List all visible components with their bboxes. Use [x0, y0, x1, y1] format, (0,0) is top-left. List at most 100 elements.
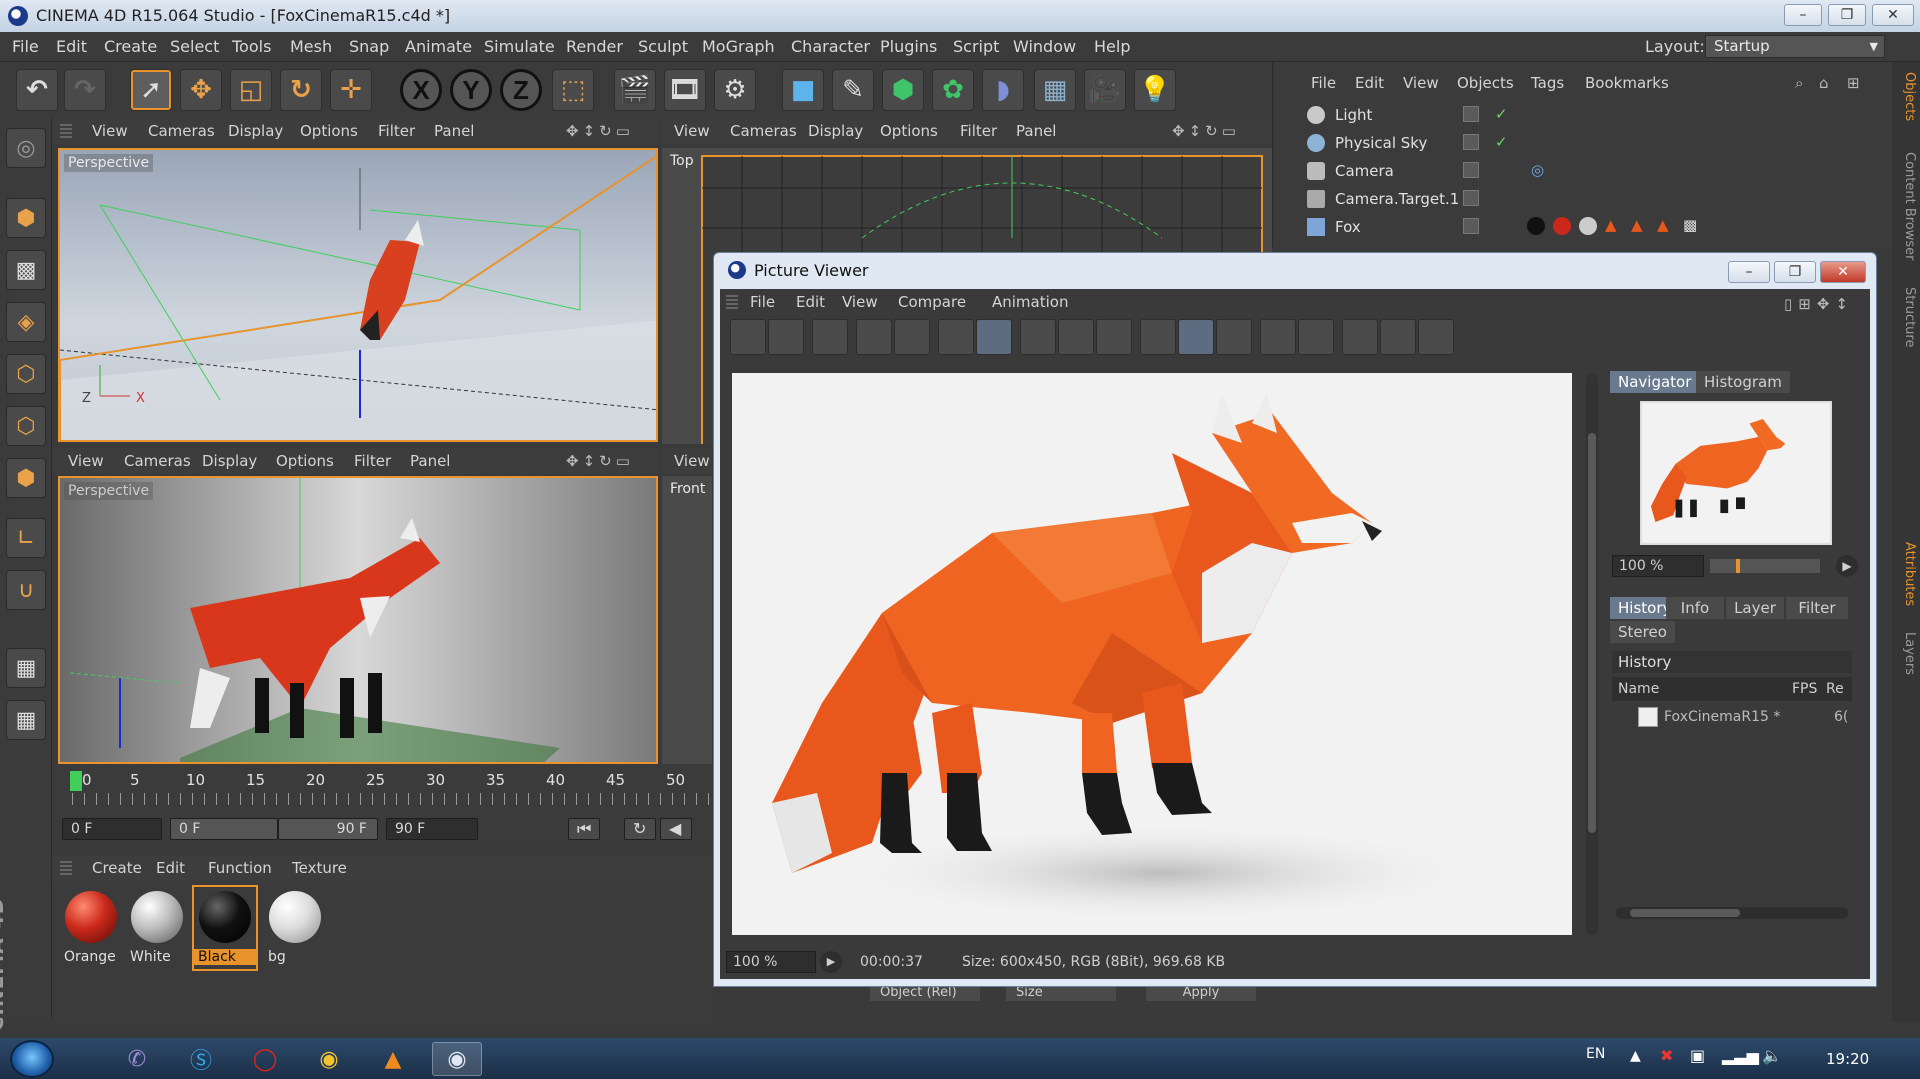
pv-menu-view[interactable]: View — [842, 293, 878, 311]
vp-bl-menu-cameras[interactable]: Cameras — [124, 452, 191, 470]
menu-mesh[interactable]: Mesh — [290, 37, 332, 56]
play-arrow-icon[interactable]: ▶ — [820, 951, 842, 973]
selection-tag-icon[interactable]: ▲ — [1605, 216, 1617, 234]
vp-bl-menu-panel[interactable]: Panel — [410, 452, 450, 470]
go-to-start-button[interactable]: ⏮ — [568, 818, 600, 840]
vp-tl-menu-display[interactable]: Display — [228, 122, 283, 140]
phong-tag-icon[interactable]: ▩ — [1683, 216, 1697, 234]
ab-overlay-button[interactable] — [1418, 319, 1454, 355]
taskbar-skype-icon[interactable]: Ⓢ — [176, 1042, 226, 1076]
points-mode-button[interactable]: ⬡ — [6, 354, 46, 394]
tab-objects[interactable]: Objects — [1895, 72, 1917, 121]
vp-tl-menu-filter[interactable]: Filter — [378, 122, 415, 140]
object-row-camera[interactable]: Camera ◎ — [1283, 160, 1883, 182]
edges-mode-button[interactable]: ⬡ — [6, 406, 46, 446]
vp-tl-menu-view[interactable]: View — [92, 122, 128, 140]
compare-button[interactable] — [1140, 319, 1176, 355]
pv-menu-file[interactable]: File — [750, 293, 775, 311]
prev-key-button[interactable]: ◀ — [660, 818, 692, 840]
column-fps[interactable]: FPS — [1792, 677, 1817, 701]
timeline-ruler[interactable]: 0 5 10 15 20 25 30 35 40 45 50 — [52, 765, 712, 815]
tray-network-icon[interactable]: ▂▃▅ — [1722, 1046, 1759, 1065]
tab-filter[interactable]: Filter — [1786, 597, 1848, 619]
visibility-toggle[interactable] — [1463, 218, 1479, 234]
render-region-button[interactable] — [894, 319, 930, 355]
save-button[interactable] — [768, 319, 804, 355]
vp-tr-menu-panel[interactable]: Panel — [1016, 122, 1056, 140]
menu-edit[interactable]: Edit — [56, 37, 87, 56]
swap-ab-button[interactable] — [1216, 319, 1252, 355]
z-axis-button[interactable]: Z — [500, 69, 542, 111]
material-black[interactable]: Black — [192, 885, 258, 971]
tray-volume-icon[interactable]: 🔈 — [1762, 1046, 1782, 1065]
history-horizontal-scrollbar[interactable] — [1616, 907, 1848, 919]
tab-navigator[interactable]: Navigator — [1610, 371, 1700, 393]
end-frame-field[interactable]: 90 F — [386, 818, 478, 840]
visibility-toggle[interactable] — [1463, 190, 1479, 206]
om-menu-tags[interactable]: Tags — [1531, 74, 1564, 92]
live-selection-button[interactable]: ➚ — [130, 69, 172, 111]
scrollbar-thumb[interactable] — [1588, 433, 1596, 833]
enabled-check-icon[interactable]: ✓ — [1495, 105, 1508, 123]
make-editable-button[interactable]: ◎ — [6, 128, 46, 168]
recent-tool-button[interactable]: ✛ — [330, 69, 372, 111]
vp-bl-menu-filter[interactable]: Filter — [354, 452, 391, 470]
menu-character[interactable]: Character — [791, 37, 870, 56]
pv-menu-edit[interactable]: Edit — [796, 293, 825, 311]
material-white[interactable]: White — [126, 887, 188, 969]
redo-button[interactable]: ↷ — [64, 69, 106, 111]
column-res[interactable]: Re — [1826, 677, 1844, 701]
scrollbar-thumb[interactable] — [1630, 909, 1740, 917]
menu-tools[interactable]: Tools — [232, 37, 271, 56]
polygons-mode-button[interactable]: ⬢ — [6, 458, 46, 498]
vp-tr-menu-display[interactable]: Display — [808, 122, 863, 140]
set-b-button[interactable] — [1298, 319, 1334, 355]
mat-menu-edit[interactable]: Edit — [156, 859, 185, 877]
viewport-perspective-top[interactable]: Z X Perspective — [58, 148, 658, 442]
tab-layer[interactable]: Layer — [1726, 597, 1784, 619]
material-orange[interactable]: Orange — [60, 887, 122, 969]
range-start-field[interactable]: 0 F — [170, 818, 278, 840]
home-icon[interactable]: ⌂ — [1819, 74, 1829, 92]
object-row-light[interactable]: Light ✓ — [1283, 104, 1883, 126]
open-button[interactable] — [730, 319, 766, 355]
x-axis-button[interactable]: X — [400, 69, 442, 111]
viewport-navigation-icons[interactable]: ✥↕↻▭ — [566, 122, 634, 140]
object-rel-dropdown[interactable]: Object (Rel) — [870, 985, 980, 1001]
new-window-icon[interactable]: ⊞ — [1847, 74, 1860, 92]
tray-antivirus-icon[interactable]: ✖ — [1660, 1046, 1673, 1065]
material-tag-orange[interactable] — [1553, 217, 1571, 235]
menu-sculpt[interactable]: Sculpt — [638, 37, 688, 56]
viewport-front[interactable]: Front — [662, 476, 712, 764]
play-arrow-icon[interactable]: ▶ — [1836, 555, 1858, 577]
snap-settings-button[interactable]: ▦ — [6, 700, 46, 740]
range-end-field[interactable]: 90 F — [278, 818, 378, 840]
vp-tl-menu-options[interactable]: Options — [300, 122, 358, 140]
start-button[interactable] — [10, 1040, 54, 1078]
menu-snap[interactable]: Snap — [349, 37, 389, 56]
vp-bl-menu-view[interactable]: View — [68, 452, 104, 470]
tab-stereo[interactable]: Stereo — [1610, 621, 1675, 643]
zoom-slider[interactable] — [1710, 559, 1820, 573]
workplane-button[interactable]: ◈ — [6, 302, 46, 342]
size-dropdown[interactable]: Size — [1006, 985, 1116, 1001]
zoom-slider-handle[interactable] — [1736, 559, 1740, 573]
pv-minimize-button[interactable]: – — [1728, 261, 1770, 283]
snap-button[interactable]: ▦ — [6, 648, 46, 688]
paste-button[interactable] — [976, 319, 1012, 355]
y-axis-button[interactable]: Y — [450, 69, 492, 111]
tray-device-icon[interactable]: ▣ — [1690, 1046, 1705, 1065]
playhead[interactable] — [70, 771, 82, 791]
menu-simulate[interactable]: Simulate — [484, 37, 555, 56]
tray-show-hidden-icon[interactable]: ▲ — [1630, 1048, 1641, 1064]
column-name[interactable]: Name — [1618, 677, 1659, 701]
render-picture-viewer-button[interactable]: 🎞 — [664, 69, 706, 111]
mat-menu-create[interactable]: Create — [92, 859, 142, 877]
tab-histogram[interactable]: Histogram — [1696, 371, 1790, 393]
material-tag-black[interactable] — [1527, 217, 1545, 235]
taskbar-cinema4d-icon[interactable]: ◉ — [432, 1042, 482, 1076]
visibility-toggle[interactable] — [1463, 162, 1479, 178]
deformer-button[interactable]: ◗ — [982, 69, 1024, 111]
mat-menu-texture[interactable]: Texture — [292, 859, 347, 877]
minimize-button[interactable]: – — [1784, 4, 1822, 26]
